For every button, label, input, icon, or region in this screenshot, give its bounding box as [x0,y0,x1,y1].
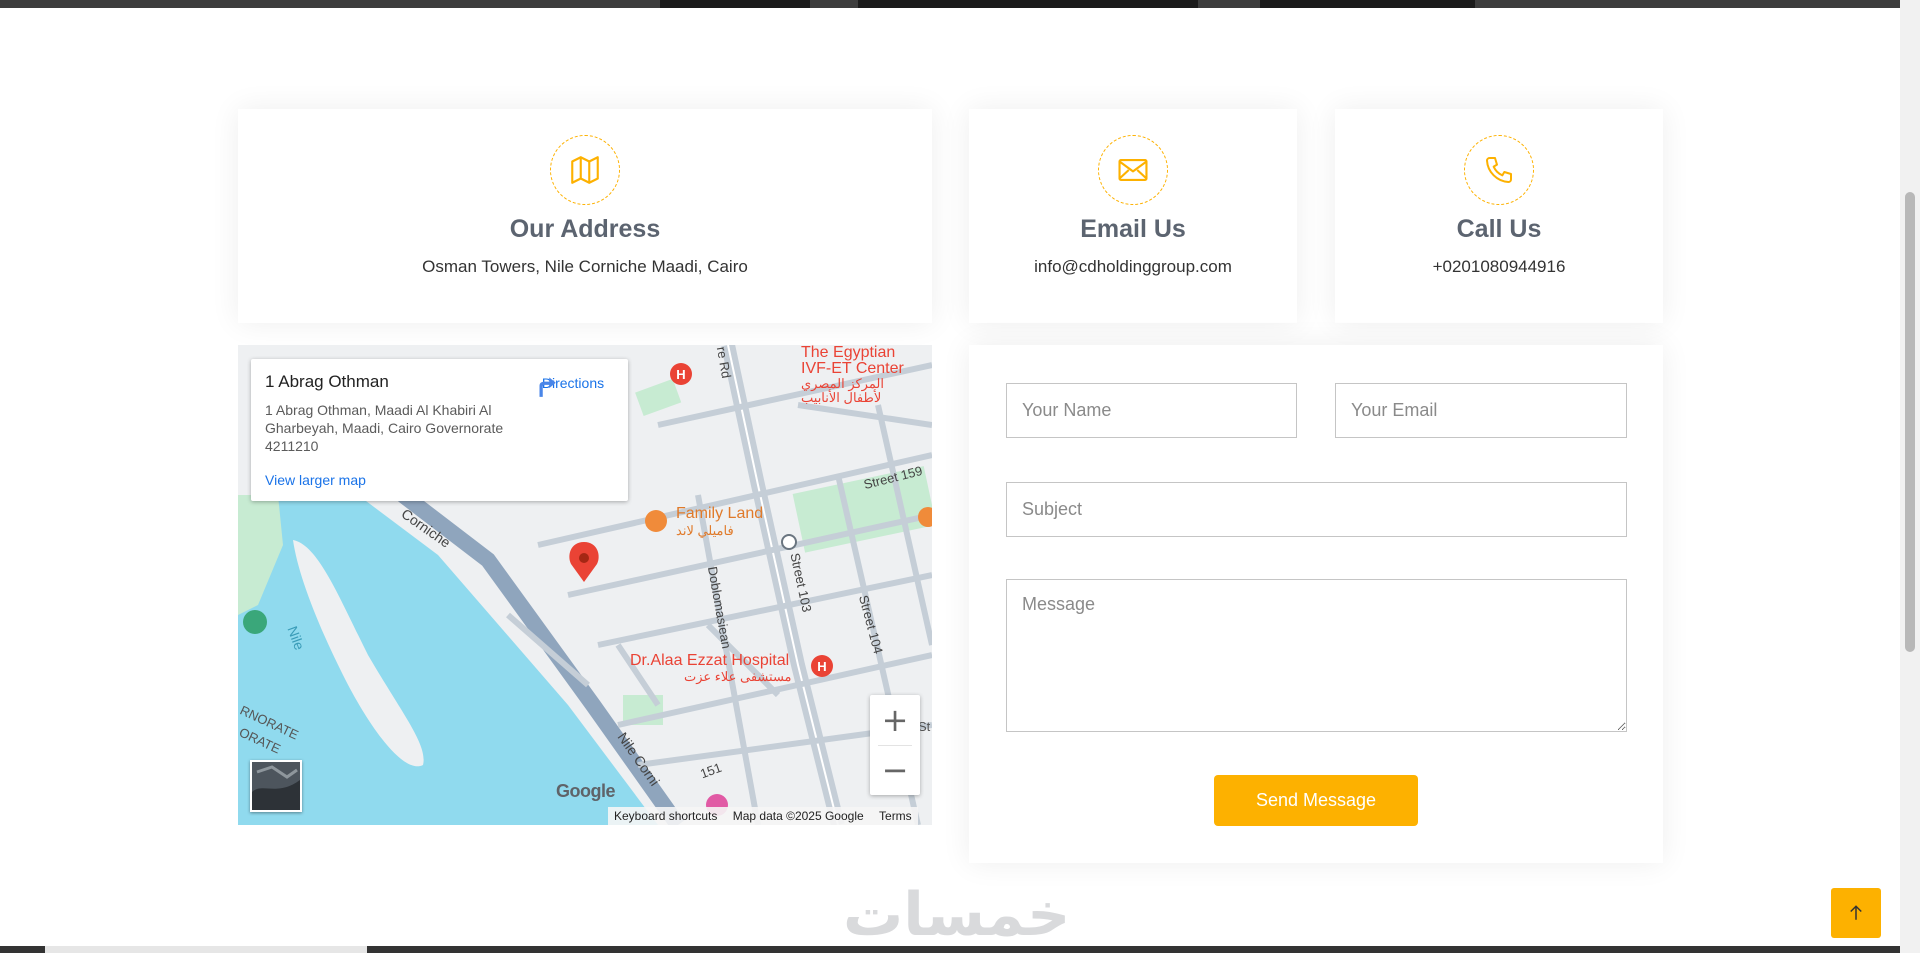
zoom-control: + − [870,695,920,795]
hero-image-fragment [858,0,1198,8]
map-label-poi: المركز المصري [801,376,884,391]
email-card: Email Us info@cdholdinggroup.com [969,109,1297,323]
zoom-in-button[interactable]: + [870,695,920,745]
svg-text:H: H [676,367,685,382]
phone-text: +0201080944916 [1432,257,1566,276]
keyboard-shortcuts-link[interactable]: Keyboard shortcuts [614,809,717,823]
email-title: Email Us [1080,215,1186,243]
send-message-button[interactable]: Send Message [1214,775,1418,826]
contact-form: Send Message [969,345,1663,863]
address-title: Our Address [509,215,661,243]
map-icon [550,135,620,205]
directions-link[interactable]: Directions [531,373,615,397]
name-input[interactable] [1006,383,1297,438]
map-label-poi: مستشفى علاء عزت [684,669,792,684]
phone-card: Call Us +0201080944916 [1335,109,1663,323]
map-label-poi: Family Land [676,505,764,522]
google-map[interactable]: H H The Egyptian IVF-ET Center المركز ال… [238,345,932,825]
map-label-poi: لأطفال الأنابيب [801,390,882,405]
terms-link[interactable]: Terms [879,809,912,823]
page-scrollbar[interactable] [1900,0,1920,953]
hero-image-strip [0,0,1900,8]
place-address: 1 Abrag Othman, Maadi Al Khabiri Al Ghar… [265,402,504,454]
subject-input[interactable] [1006,482,1627,537]
google-logo: Google [556,781,616,801]
scroll-to-top-button[interactable] [1831,888,1881,938]
map-info-window: 1 Abrag Othman 1 Abrag Othman, Maadi Al … [251,359,628,501]
map-data-text: Map data ©2025 Google [732,809,864,823]
address-card: Our Address Osman Towers, Nile Corniche … [238,109,932,323]
scrollbar-thumb[interactable] [1905,192,1915,652]
map-label-poi: IVF-ET Center [801,360,904,377]
email-text: info@cdholdinggroup.com [1034,257,1232,276]
address-text: Osman Towers, Nile Corniche Maadi, Cairo [422,257,748,276]
svg-text:H: H [817,659,826,674]
footer-strip-fragment [45,946,367,953]
zoom-out-button[interactable]: − [870,745,920,795]
message-textarea[interactable] [1006,579,1627,732]
phone-icon [1464,135,1534,205]
footer-strip [0,946,1900,953]
map-label-poi: The Egyptian [801,345,896,361]
place-name: 1 Abrag Othman [265,372,389,391]
hero-image-fragment [660,0,810,8]
arrow-up-icon [1850,905,1862,920]
map-attribution: Keyboard shortcuts Map data ©2025 Google… [608,807,918,825]
directions-icon [539,377,556,397]
khamsat-watermark: خمسات [843,880,1071,950]
map-label-poi: فاميلي لاند [676,523,734,538]
hero-image-fragment [1260,0,1475,8]
email-input[interactable] [1335,383,1627,438]
zoom-divider [878,745,912,746]
envelope-icon [1098,135,1168,205]
map-label-poi: Dr.Alaa Ezzat Hospital [630,652,790,669]
satellite-thumbnail-icon [252,762,300,810]
phone-title: Call Us [1456,215,1542,243]
satellite-toggle[interactable] [250,760,302,812]
view-larger-map-link[interactable]: View larger map [265,472,366,488]
